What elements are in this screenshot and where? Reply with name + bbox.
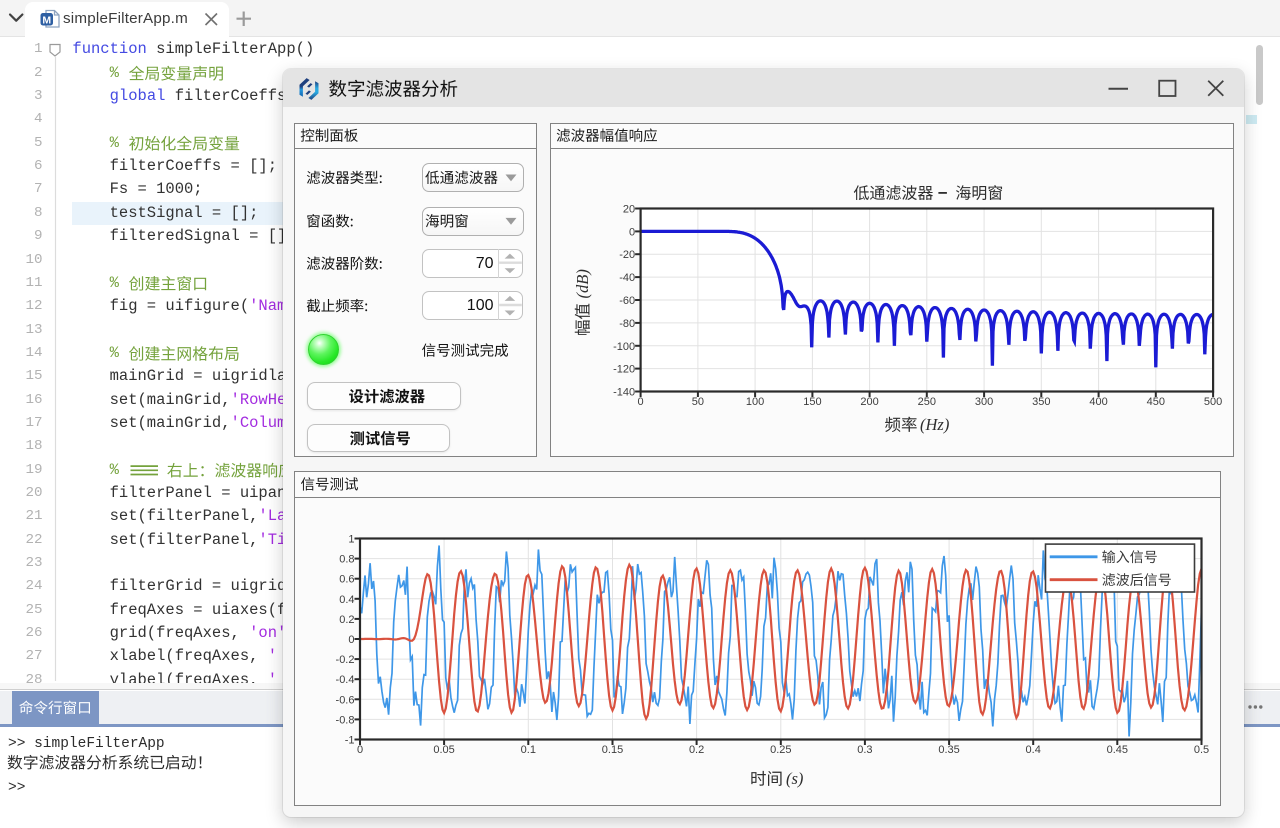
- svg-text:0.8: 0.8: [339, 554, 354, 566]
- svg-text:0.2: 0.2: [689, 744, 704, 756]
- svg-text:0.5: 0.5: [1194, 744, 1209, 756]
- svg-text:450: 450: [1147, 396, 1165, 408]
- svg-text:0: 0: [638, 396, 644, 408]
- svg-text:300: 300: [975, 396, 993, 408]
- svg-text:-0.6: -0.6: [336, 694, 355, 706]
- svg-text:0.35: 0.35: [938, 744, 959, 756]
- svg-text:1: 1: [348, 534, 354, 546]
- svg-text:-0.8: -0.8: [336, 714, 355, 726]
- svg-text:0.2: 0.2: [339, 614, 354, 626]
- svg-text:350: 350: [1032, 396, 1050, 408]
- svg-text:250: 250: [918, 396, 936, 408]
- svg-text:-140: -140: [613, 387, 635, 399]
- svg-text:-0.4: -0.4: [336, 674, 355, 686]
- svg-text:150: 150: [803, 396, 821, 408]
- svg-text:200: 200: [860, 396, 878, 408]
- svg-text:-20: -20: [619, 249, 635, 261]
- svg-text:-60: -60: [619, 295, 635, 307]
- svg-text:-120: -120: [613, 364, 635, 376]
- svg-text:0.05: 0.05: [433, 744, 454, 756]
- svg-text:500: 500: [1204, 396, 1222, 408]
- svg-text:0.4: 0.4: [1026, 744, 1041, 756]
- svg-text:0.25: 0.25: [770, 744, 791, 756]
- svg-text:(s): (s): [786, 769, 803, 788]
- svg-text:0: 0: [629, 226, 635, 238]
- svg-text:-80: -80: [619, 318, 635, 330]
- svg-text:0.4: 0.4: [339, 594, 354, 606]
- svg-text:(dB): (dB): [573, 269, 592, 298]
- svg-text:-0.2: -0.2: [336, 654, 355, 666]
- svg-text:0.1: 0.1: [521, 744, 536, 756]
- svg-text:0: 0: [348, 634, 354, 646]
- svg-text:(Hz): (Hz): [920, 415, 949, 434]
- svg-text:-40: -40: [619, 272, 635, 284]
- svg-text:0.15: 0.15: [602, 744, 623, 756]
- svg-text:400: 400: [1089, 396, 1107, 408]
- svg-text:100: 100: [746, 396, 764, 408]
- svg-text:0.45: 0.45: [1107, 744, 1128, 756]
- svg-text:20: 20: [623, 204, 635, 216]
- svg-text:-100: -100: [613, 341, 635, 353]
- svg-text:0.6: 0.6: [339, 574, 354, 586]
- svg-text:-1: -1: [345, 735, 355, 747]
- svg-text:0: 0: [357, 744, 363, 756]
- svg-text:50: 50: [692, 396, 704, 408]
- svg-text:0.3: 0.3: [857, 744, 872, 756]
